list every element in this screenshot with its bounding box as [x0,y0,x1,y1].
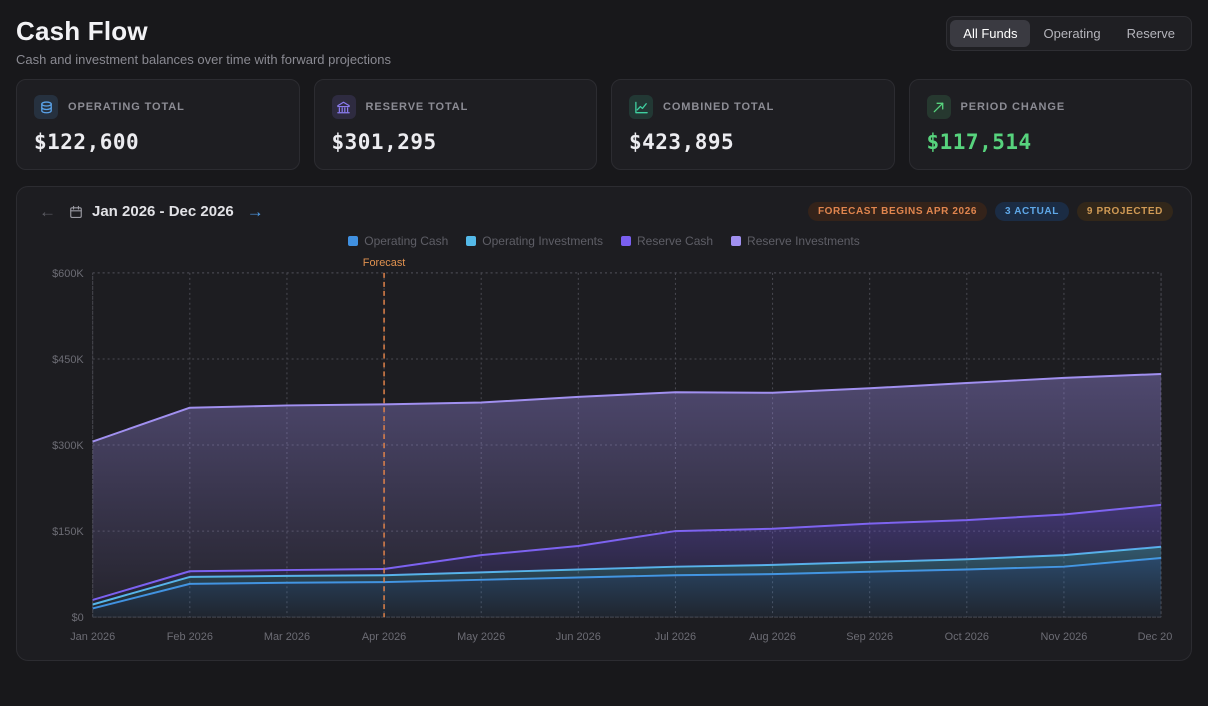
svg-text:Mar 2026: Mar 2026 [264,631,310,643]
stat-value: $301,295 [332,130,580,154]
svg-text:Nov 2026: Nov 2026 [1041,631,1088,643]
chart-panel-header: ← Jan 2026 - Dec 2026 → FORECAST BEGINS … [35,201,1173,222]
prev-period-button[interactable]: ← [35,201,60,222]
legend-label: Operating Investments [482,234,603,248]
stat-value: $423,895 [629,130,877,154]
legend-label: Reserve Investments [747,234,860,248]
stat-value: $122,600 [34,130,282,154]
cash-flow-chart: Forecast $0 $150K $300K $450K $600K Jan 2026 Fe… [35,248,1173,652]
svg-text:Apr 2026: Apr 2026 [362,631,406,643]
legend-item: Reserve Investments [731,234,860,248]
chart-panel: ← Jan 2026 - Dec 2026 → FORECAST BEGINS … [16,186,1192,661]
chart-legend: Operating Cash Operating Investments Reser… [35,234,1173,248]
svg-text:Dec 2026: Dec 2026 [1138,631,1173,643]
chart-badges: FORECAST BEGINS APR 2026 3 ACTUAL 9 PROJ… [808,202,1173,221]
stat-card-reserve-total: RESERVE TOTAL $301,295 [314,79,598,170]
stat-card-operating-total: OPERATING TOTAL $122,600 [16,79,300,170]
stat-label: OPERATING TOTAL [68,101,185,113]
coins-icon [34,95,58,119]
svg-text:$600K: $600K [52,268,84,280]
stat-label: RESERVE TOTAL [366,101,469,113]
svg-text:Feb 2026: Feb 2026 [167,631,213,643]
date-range-label: Jan 2026 - Dec 2026 [92,203,234,220]
svg-text:Sep 2026: Sep 2026 [846,631,893,643]
projected-count-badge: 9 PROJECTED [1077,202,1173,221]
svg-text:$450K: $450K [52,354,84,366]
stat-label: PERIOD CHANGE [961,101,1066,113]
delta-icon [927,95,951,119]
svg-text:$300K: $300K [52,440,84,452]
next-period-button[interactable]: → [243,201,268,222]
stat-card-period-change: PERIOD CHANGE $117,514 [909,79,1193,170]
cash-flow-dashboard: Cash Flow Cash and investment balances o… [0,0,1208,661]
segment-all-funds[interactable]: All Funds [950,20,1030,47]
stat-card-combined-total: COMBINED TOTAL $423,895 [611,79,895,170]
page-subtitle: Cash and investment balances over time w… [16,52,391,67]
legend-item: Operating Investments [466,234,603,248]
stats-row: OPERATING TOTAL $122,600 RESERVE TOTAL $… [16,79,1192,170]
legend-swatch [466,236,476,246]
period-navigator: ← Jan 2026 - Dec 2026 → [35,201,268,222]
calendar-icon [69,205,83,219]
segment-reserve[interactable]: Reserve [1114,20,1188,47]
legend-swatch [348,236,358,246]
svg-text:$150K: $150K [52,526,84,538]
legend-item: Operating Cash [348,234,448,248]
svg-text:Jul 2026: Jul 2026 [655,631,696,643]
page-header: Cash Flow Cash and investment balances o… [12,12,1196,79]
legend-swatch [731,236,741,246]
svg-text:Jan 2026: Jan 2026 [70,631,115,643]
segment-operating[interactable]: Operating [1030,20,1113,47]
svg-text:Forecast: Forecast [363,257,406,269]
page-title: Cash Flow [16,16,391,47]
legend-label: Reserve Cash [637,234,713,248]
stat-label: COMBINED TOTAL [663,101,774,113]
stat-value: $117,514 [927,130,1175,154]
svg-text:May 2026: May 2026 [457,631,505,643]
legend-item: Reserve Cash [621,234,713,248]
svg-text:Aug 2026: Aug 2026 [749,631,796,643]
legend-label: Operating Cash [364,234,448,248]
bank-icon [332,95,356,119]
funds-segmented-control: All Funds Operating Reserve [946,16,1192,51]
trend-icon [629,95,653,119]
svg-text:Oct 2026: Oct 2026 [945,631,989,643]
forecast-begins-badge: FORECAST BEGINS APR 2026 [808,202,987,221]
actual-count-badge: 3 ACTUAL [995,202,1069,221]
svg-text:Jun 2026: Jun 2026 [556,631,601,643]
title-block: Cash Flow Cash and investment balances o… [16,16,391,67]
legend-swatch [621,236,631,246]
svg-text:$0: $0 [72,612,84,624]
